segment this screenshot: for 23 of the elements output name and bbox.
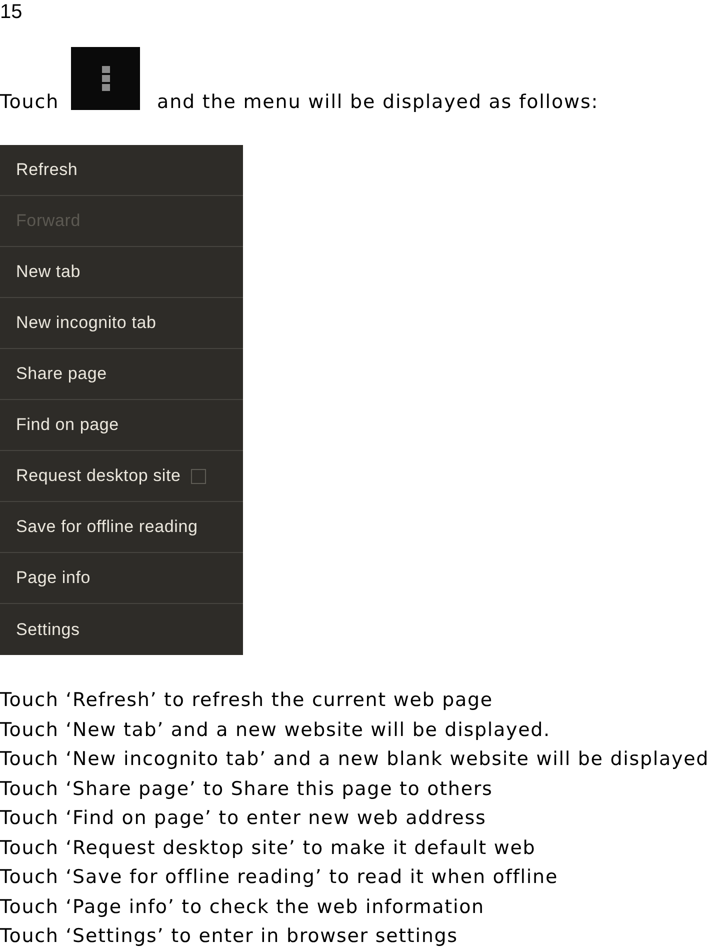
menu-item[interactable]: Request desktop site bbox=[16, 463, 181, 489]
menu-item[interactable]: Save for offline reading bbox=[16, 514, 198, 540]
instruction-text: Touch ‘Refresh’ to refresh the current web page bbox=[0, 688, 493, 713]
instruction-text: Touch ‘Settings’ to enter in browser settings bbox=[0, 924, 458, 949]
instruction-text: Touch ‘Request desktop site’ to make it default web bbox=[0, 836, 536, 860]
instruction-text: Touch ‘Find on page’ to enter new web address bbox=[0, 806, 486, 831]
menu-item[interactable]: Page info bbox=[16, 565, 91, 591]
instruction-text: Touch ‘New tab’ and a new website will be displayed. bbox=[0, 718, 550, 742]
menu-item[interactable]: New incognito tab bbox=[16, 310, 156, 336]
intro-text: Touch bbox=[0, 91, 60, 113]
intro-text: and the menu will be displayed as follows: bbox=[157, 91, 599, 113]
menu-item[interactable]: Settings bbox=[16, 616, 80, 642]
menu-item[interactable]: Find on page bbox=[16, 412, 119, 438]
checkbox[interactable] bbox=[190, 468, 206, 484]
menu-item[interactable]: Refresh bbox=[16, 157, 78, 183]
instruction-text: Touch ‘Page info’ to check the web information bbox=[0, 894, 484, 920]
instruction-text: Touch ‘Share page’ to Share this page to others bbox=[0, 776, 493, 802]
instruction-text: Touch ‘Save for offline reading’ to read it when offline bbox=[0, 865, 558, 890]
menu-item[interactable]: Share page bbox=[16, 361, 107, 387]
menu-item[interactable]: New tab bbox=[16, 259, 80, 285]
vertical-dots-icon bbox=[71, 47, 140, 110]
instruction-text: Touch ‘New incognito tab’ and a new blank website will be displayed bbox=[0, 747, 710, 772]
page-number: 15 bbox=[0, 0, 22, 23]
